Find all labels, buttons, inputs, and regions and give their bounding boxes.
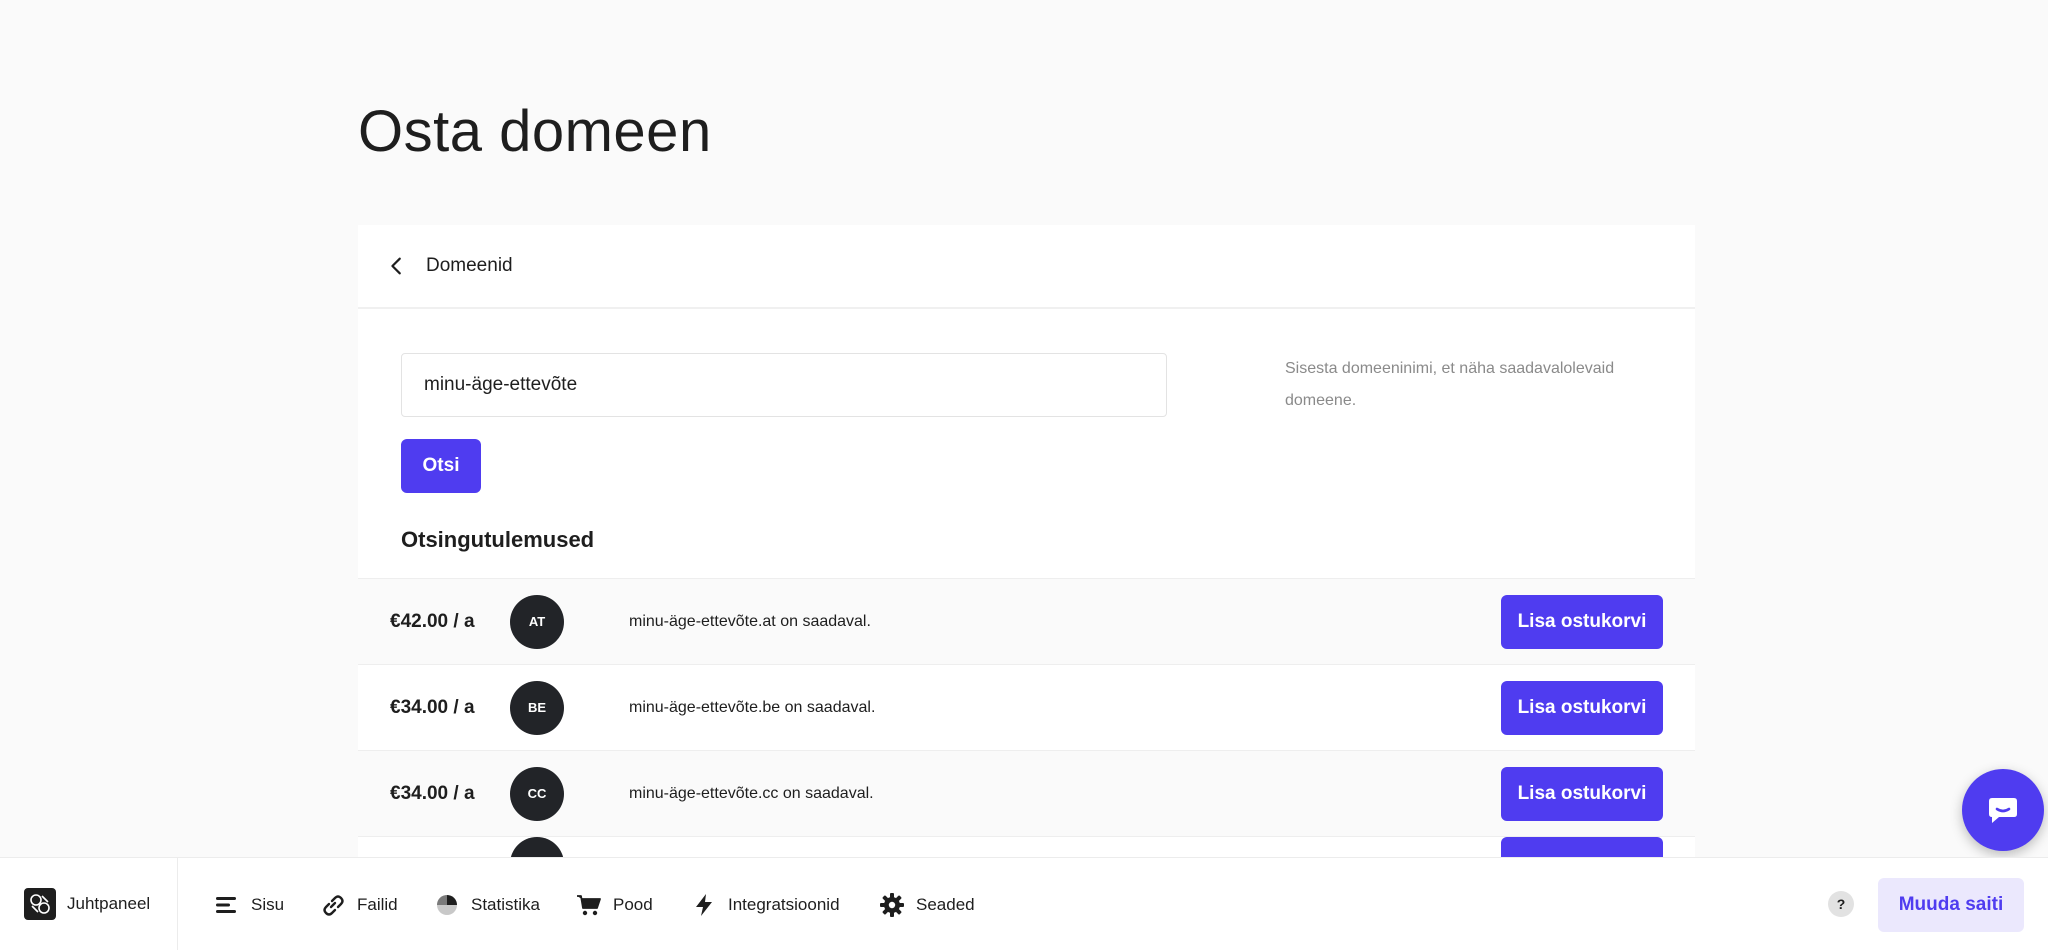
search-button[interactable]: Otsi xyxy=(401,439,481,493)
nav-settings[interactable]: Seaded xyxy=(879,858,975,950)
nav-settings-label: Seaded xyxy=(916,894,975,914)
nav-integrations[interactable]: Integratsioonid xyxy=(691,858,840,950)
tld-badge-partial xyxy=(510,837,564,857)
add-to-cart-button[interactable]: Lisa ostukorvi xyxy=(1501,594,1663,649)
chat-bubble-icon xyxy=(1989,798,2017,823)
add-to-cart-button[interactable]: Lisa ostukorvi xyxy=(1501,766,1663,821)
result-price: €34.00 / a xyxy=(390,782,475,804)
results-title: Otsingutulemused xyxy=(401,527,595,552)
nav-content-label: Sisu xyxy=(251,894,285,914)
nav-shop-label: Pood xyxy=(613,894,653,914)
content-icon xyxy=(216,896,236,913)
table-row: €42.00 / a AT minu-äge-ettevõte.at on sa… xyxy=(358,579,1695,665)
results-list: €42.00 / a AT minu-äge-ettevõte.at on sa… xyxy=(358,578,1695,857)
chat-button[interactable] xyxy=(1962,769,2044,851)
nav-integrations-label: Integratsioonid xyxy=(728,894,840,914)
nav-statistics-label: Statistika xyxy=(471,894,540,914)
chevron-left-icon xyxy=(391,257,401,275)
nav-dashboard[interactable]: Juhtpaneel xyxy=(0,857,178,950)
search-hint: Sisesta domeeninimi, et näha saadavalole… xyxy=(1285,360,1615,409)
nav-files[interactable]: Failid xyxy=(320,858,398,950)
bottom-nav-bar: Juhtpaneel Sisu Failid Statistika Pood I… xyxy=(0,857,2048,950)
gear-icon xyxy=(880,892,904,917)
site-logo-icon xyxy=(24,888,56,920)
add-to-cart-button-partial[interactable] xyxy=(1501,837,1663,857)
table-row: €34.00 / a CC minu-äge-ettevõte.cc on sa… xyxy=(358,751,1695,837)
nav-files-label: Failid xyxy=(357,894,398,914)
result-domain-text: minu-äge-ettevõte.cc on saadaval. xyxy=(629,784,874,802)
result-domain-text: minu-äge-ettevõte.at on saadaval. xyxy=(629,612,871,630)
result-price: €42.00 / a xyxy=(390,610,475,632)
page-title: Osta domeen xyxy=(358,99,712,164)
cart-icon xyxy=(577,894,601,915)
tld-badge: CC xyxy=(510,766,564,821)
result-domain-text: minu-äge-ettevõte.be on saadaval. xyxy=(629,698,876,716)
pie-chart-icon xyxy=(437,894,457,915)
link-icon xyxy=(323,894,344,916)
lightning-icon xyxy=(696,893,712,916)
tld-badge: AT xyxy=(510,594,564,649)
nav-content[interactable]: Sisu xyxy=(214,858,284,950)
help-button[interactable]: ? xyxy=(1828,891,1854,917)
back-to-domains-button[interactable]: Domeenid xyxy=(386,255,513,277)
back-label: Domeenid xyxy=(426,255,513,276)
tld-badge: BE xyxy=(510,680,564,735)
domain-search-input[interactable] xyxy=(401,353,1167,417)
card-header: Domeenid xyxy=(358,225,1695,309)
nav-shop[interactable]: Pood xyxy=(576,858,653,950)
add-to-cart-button[interactable]: Lisa ostukorvi xyxy=(1501,680,1663,735)
domain-search-card: Domeenid Sisesta domeeninimi, et näha sa… xyxy=(358,225,1695,857)
table-row-partial xyxy=(358,837,1695,857)
table-row: €34.00 / a BE minu-äge-ettevõte.be on sa… xyxy=(358,665,1695,751)
nav-dashboard-label: Juhtpaneel xyxy=(67,894,151,913)
result-price: €34.00 / a xyxy=(390,696,475,718)
nav-statistics[interactable]: Statistika xyxy=(434,858,540,950)
edit-site-button[interactable]: Muuda saiti xyxy=(1878,878,2024,932)
